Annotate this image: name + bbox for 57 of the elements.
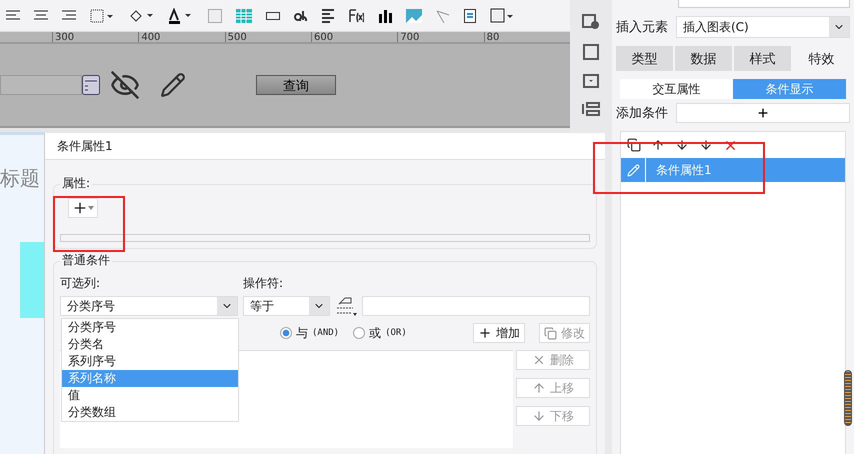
pencil-icon[interactable] [160, 72, 186, 98]
dropdown-box-icon[interactable] [583, 74, 599, 88]
value-input[interactable] [362, 296, 590, 316]
operator-select[interactable]: 等于 [243, 296, 330, 316]
plus-icon [72, 200, 88, 216]
subtab[interactable]: 交互属性 [620, 79, 733, 99]
bar-chart-icon[interactable] [378, 8, 392, 22]
calendar-icon[interactable] [82, 75, 100, 95]
ruler-label: 400 [138, 32, 225, 42]
align-right-icon[interactable] [62, 10, 76, 22]
input-field[interactable] [678, 0, 850, 8]
chart-title: 标题 [0, 165, 41, 192]
frame-icon[interactable] [490, 8, 514, 24]
value-type-icon[interactable] [335, 296, 357, 316]
input-field[interactable] [0, 75, 82, 95]
query-button[interactable]: 查询 [256, 75, 336, 95]
add-button[interactable]: 增加 [473, 323, 525, 343]
plus-icon [478, 326, 492, 340]
dialog-title: 条件属性1 [57, 138, 113, 154]
image-icon[interactable] [406, 8, 422, 22]
line-icon[interactable] [436, 8, 450, 22]
logic-radio[interactable]: 与 (AND) [280, 324, 340, 342]
border-icon[interactable] [90, 8, 114, 22]
tab[interactable]: 数据 [675, 46, 732, 71]
insert-select[interactable]: 插入图表(C) [676, 16, 850, 38]
font-color-icon[interactable] [168, 8, 194, 24]
report-icon[interactable] [464, 8, 476, 22]
layout-icon[interactable] [582, 102, 600, 116]
logic-radio[interactable]: 或 (OR) [353, 324, 407, 342]
ruler-label: 700 [397, 32, 484, 42]
operator-label: 操作符: [243, 275, 284, 292]
close-icon [532, 353, 546, 367]
insert-element-label: 插入元素 [616, 19, 668, 36]
column-label: 可选列: [60, 275, 102, 292]
scrollbar[interactable] [844, 370, 852, 426]
move-down-icon[interactable] [699, 138, 713, 152]
add-condition-label: 添加条件 [616, 105, 668, 122]
add-condition-button[interactable]: + [676, 103, 850, 123]
section-legend: 普通条件 [60, 252, 112, 269]
tab[interactable]: 类型 [616, 46, 673, 71]
align-left-icon[interactable] [6, 10, 20, 22]
align-center-icon[interactable] [34, 10, 48, 22]
highlight-frame [53, 196, 125, 252]
eye-off-icon[interactable] [110, 70, 140, 100]
paragraph-icon[interactable] [322, 8, 334, 22]
attribute-legend: 属性: [60, 175, 92, 192]
column-select[interactable]: 分类序号 [60, 296, 238, 316]
tab[interactable]: 样式 [734, 46, 791, 71]
copy-icon[interactable] [627, 138, 641, 152]
formula-icon[interactable] [348, 8, 364, 22]
ruler-label: 300 [52, 32, 138, 42]
add-attribute-button[interactable] [68, 198, 98, 218]
caret-icon [88, 206, 94, 210]
ruler-label: 500 [224, 32, 311, 42]
square-icon[interactable] [583, 44, 599, 60]
textbox-icon[interactable] [266, 12, 280, 20]
ruler-label: 600 [310, 32, 398, 42]
